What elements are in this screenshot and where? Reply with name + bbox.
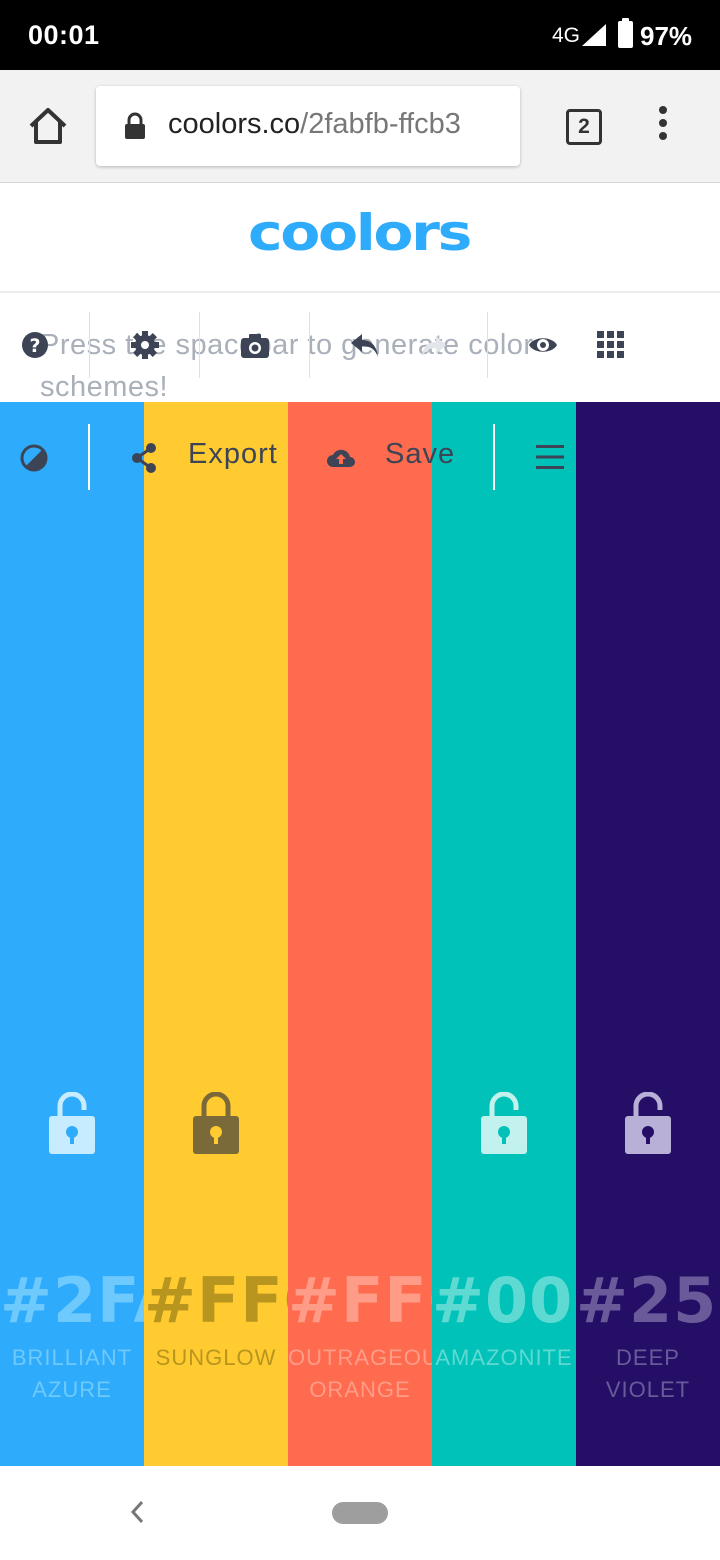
status-time: 00:01 xyxy=(28,20,100,50)
hex-code[interactable]: #00C2B8 xyxy=(432,1264,576,1337)
color-name: OUTRAGEOUS ORANGE xyxy=(288,1345,432,1402)
color-name: BRILLIANT AZURE xyxy=(11,1345,133,1402)
help-icon[interactable]: ? xyxy=(20,330,50,360)
browser-toolbar: coolors.co/2fabfb-ffcb3 2 xyxy=(0,70,720,183)
palette-action-bar: Export Save xyxy=(0,402,720,510)
toolbar-divider xyxy=(309,312,310,378)
color-column[interactable]: #00C2B8 AMAZONITE xyxy=(432,402,576,1466)
toolbar-divider xyxy=(89,312,90,378)
home-pill-button[interactable] xyxy=(332,1502,388,1524)
cloud-upload-icon[interactable] xyxy=(326,444,356,468)
unlocked-icon[interactable] xyxy=(49,1092,95,1154)
unlocked-icon[interactable] xyxy=(193,1092,239,1154)
battery-percent: 97% xyxy=(640,21,693,51)
color-name: DEEP VIOLET xyxy=(605,1345,691,1402)
coolors-logo[interactable]: coolors xyxy=(248,210,472,260)
battery-icon xyxy=(618,18,633,48)
toolbar-divider xyxy=(199,312,200,378)
color-column[interactable]: #FFCB30 SUNGLOW xyxy=(144,402,288,1466)
palette-toolbar: ? xyxy=(0,312,720,378)
grid-icon[interactable] xyxy=(596,330,626,360)
adjust-icon[interactable] xyxy=(20,444,48,472)
hex-code[interactable]: #2FABFB xyxy=(0,1264,144,1337)
camera-icon[interactable] xyxy=(240,330,270,360)
color-column[interactable]: #2FABFB BRILLIANT AZURE xyxy=(0,402,144,1466)
status-bar: 00:01 4G 97% xyxy=(0,0,720,70)
eye-icon[interactable] xyxy=(528,330,558,360)
back-icon[interactable] xyxy=(128,1498,148,1526)
color-name: SUNGLOW xyxy=(155,1345,277,1370)
url-domain: coolors.co xyxy=(168,108,301,140)
toolbar-divider xyxy=(487,312,488,378)
hex-code[interactable]: #250E66 xyxy=(576,1264,720,1337)
menu-icon[interactable] xyxy=(536,444,564,470)
color-palette: #2FABFB BRILLIANT AZURE #FFCB30 SUNGLOW … xyxy=(0,402,720,1466)
unlocked-icon[interactable] xyxy=(481,1092,527,1154)
color-column[interactable]: #250E66 DEEP VIOLET xyxy=(576,402,720,1466)
color-column[interactable]: #FF6B4F OUTRAGEOUS ORANGE xyxy=(288,402,432,1466)
url-text: coolors.co/2fabfb-ffcb3 xyxy=(168,108,461,141)
system-nav-bar xyxy=(0,1466,720,1560)
network-type: 4G xyxy=(552,24,581,47)
hex-code[interactable]: #FF6B4F xyxy=(288,1264,432,1337)
share-icon[interactable] xyxy=(130,442,158,474)
export-button[interactable]: Export xyxy=(188,438,278,471)
more-options-icon[interactable] xyxy=(652,106,674,146)
settings-icon[interactable] xyxy=(130,330,160,360)
save-button[interactable]: Save xyxy=(385,438,455,471)
hex-code[interactable]: #FFCB30 xyxy=(144,1264,288,1337)
site-header: coolors xyxy=(0,184,720,293)
tab-switcher-button[interactable]: 2 xyxy=(566,109,602,145)
address-bar[interactable]: coolors.co/2fabfb-ffcb3 xyxy=(96,86,520,166)
svg-text:?: ? xyxy=(29,335,40,357)
home-icon[interactable] xyxy=(26,106,70,146)
unlocked-icon[interactable] xyxy=(625,1092,671,1154)
action-divider xyxy=(88,424,90,490)
action-divider xyxy=(493,424,495,490)
signal-icon xyxy=(582,24,606,46)
url-path: /2fabfb-ffcb3 xyxy=(300,108,461,140)
redo-icon[interactable] xyxy=(418,330,448,360)
web-page: coolors Press the spacebar to generate c… xyxy=(0,184,720,1466)
svg-text:coolors: coolors xyxy=(248,210,470,260)
lock-icon xyxy=(125,112,145,139)
color-name: AMAZONITE xyxy=(435,1345,573,1370)
undo-icon[interactable] xyxy=(350,330,380,360)
